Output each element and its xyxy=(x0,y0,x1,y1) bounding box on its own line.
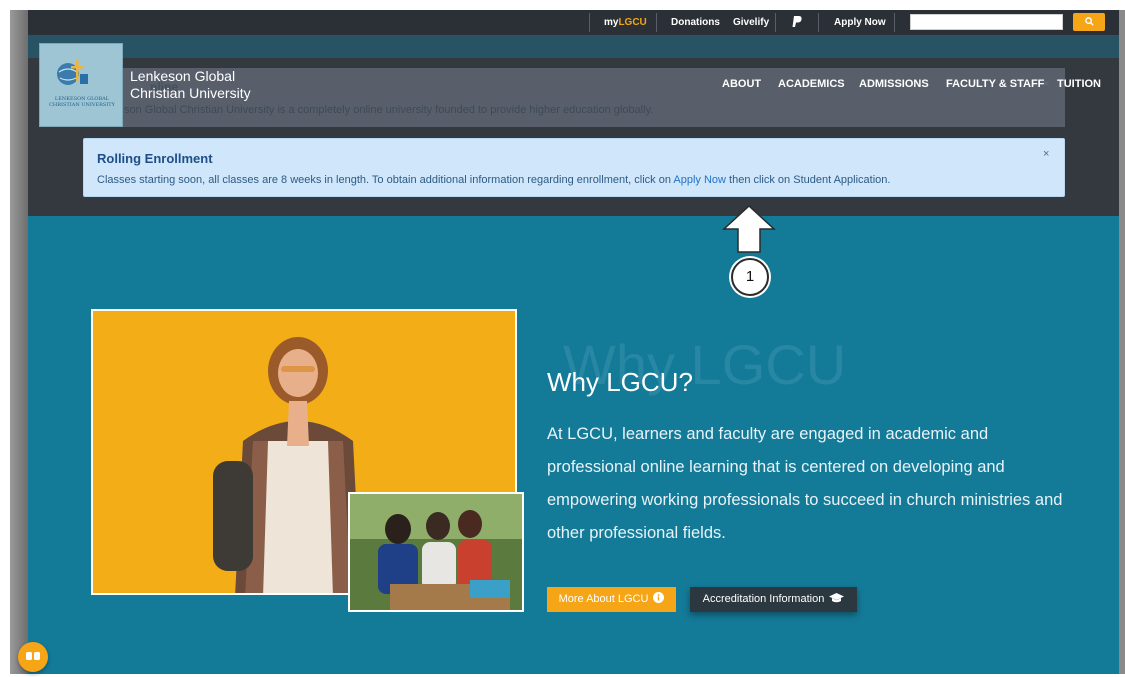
university-name-line-2: Christian University xyxy=(130,85,251,101)
why-lgcu-description: At LGCU, learners and faculty are engage… xyxy=(547,425,1063,542)
nav-item-about[interactable]: ABOUT xyxy=(722,77,761,91)
why-lgcu-heading: Why LGCU? xyxy=(547,367,693,397)
more-about-label: More About LGCU xyxy=(558,593,649,605)
info-icon xyxy=(653,592,665,603)
chat-icon xyxy=(26,652,40,660)
logo-line-2: CHRISTIAN UNIVERSITY xyxy=(49,102,115,108)
divider xyxy=(894,13,895,32)
graduation-cap-icon xyxy=(829,593,845,603)
paypal-link[interactable] xyxy=(792,10,804,35)
notice-text-end: then click on Student Application. xyxy=(725,174,891,186)
notice-close-button[interactable]: × xyxy=(1043,148,1049,160)
search-input[interactable] xyxy=(910,14,1063,30)
nav-item-tuition[interactable]: TUITION xyxy=(1057,77,1101,91)
university-name-line-1: Lenkeson Global xyxy=(130,68,236,84)
my-lgcu-link[interactable]: myLGCU xyxy=(604,10,647,35)
university-logo[interactable]: LENKESON GLOBAL CHRISTIAN UNIVERSITY xyxy=(39,43,123,127)
my-lgcu-accent: LGCU xyxy=(618,17,647,28)
givelify-link[interactable]: Givelify xyxy=(733,10,769,35)
paypal-icon xyxy=(792,16,802,27)
donations-link[interactable]: Donations xyxy=(671,10,720,35)
step-number-badge: 1 xyxy=(731,258,769,296)
apply-now-link[interactable]: Apply Now xyxy=(834,10,886,35)
chat-widget-button[interactable] xyxy=(18,642,48,672)
divider xyxy=(818,13,819,32)
divider xyxy=(656,13,657,32)
apply-now-notice-link[interactable]: Apply Now xyxy=(673,174,726,186)
divider xyxy=(589,13,590,32)
rolling-enrollment-notice: Rolling Enrollment Classes starting soon… xyxy=(83,138,1065,197)
right-edge-shadow xyxy=(1119,10,1125,674)
globe-cross-logo-icon xyxy=(57,60,88,85)
group-study-illustration xyxy=(350,494,522,610)
notice-title: Rolling Enrollment xyxy=(97,151,213,166)
my-lgcu-prefix: my xyxy=(604,17,619,28)
more-about-lgcu-button[interactable]: More About LGCU xyxy=(547,587,676,612)
accreditation-label: Accreditation Information xyxy=(702,593,825,605)
nav-item-faculty-staff[interactable]: FACULTY & STAFF xyxy=(946,77,1044,91)
search-button[interactable] xyxy=(1073,13,1105,31)
logo-wordmark: LENKESON GLOBAL CHRISTIAN UNIVERSITY xyxy=(44,96,120,108)
up-arrow-annotation-icon xyxy=(722,205,776,253)
screenshot-frame: myLGCU Donations Givelify Apply Now nlin… xyxy=(0,0,1125,674)
header-band xyxy=(28,35,1119,58)
search-icon xyxy=(1084,17,1094,26)
notice-body: Classes starting soon, all classes are 8… xyxy=(97,174,890,186)
students-studying-photo xyxy=(348,492,524,612)
utility-bar: myLGCU Donations Givelify Apply Now xyxy=(28,10,1119,35)
nav-item-academics[interactable]: ACADEMICS xyxy=(778,77,845,91)
university-name[interactable]: Lenkeson Global Christian University xyxy=(130,68,251,102)
divider xyxy=(775,13,776,32)
online-notice-text: son Global Christian University is a com… xyxy=(124,104,654,116)
accreditation-information-button[interactable]: Accreditation Information xyxy=(690,587,857,612)
university-homepage: myLGCU Donations Givelify Apply Now nlin… xyxy=(28,10,1119,674)
nav-item-admissions[interactable]: ADMISSIONS xyxy=(859,77,929,91)
left-edge-shadow xyxy=(10,10,28,674)
notice-text-start: Classes starting soon, all classes are 8… xyxy=(97,174,674,186)
